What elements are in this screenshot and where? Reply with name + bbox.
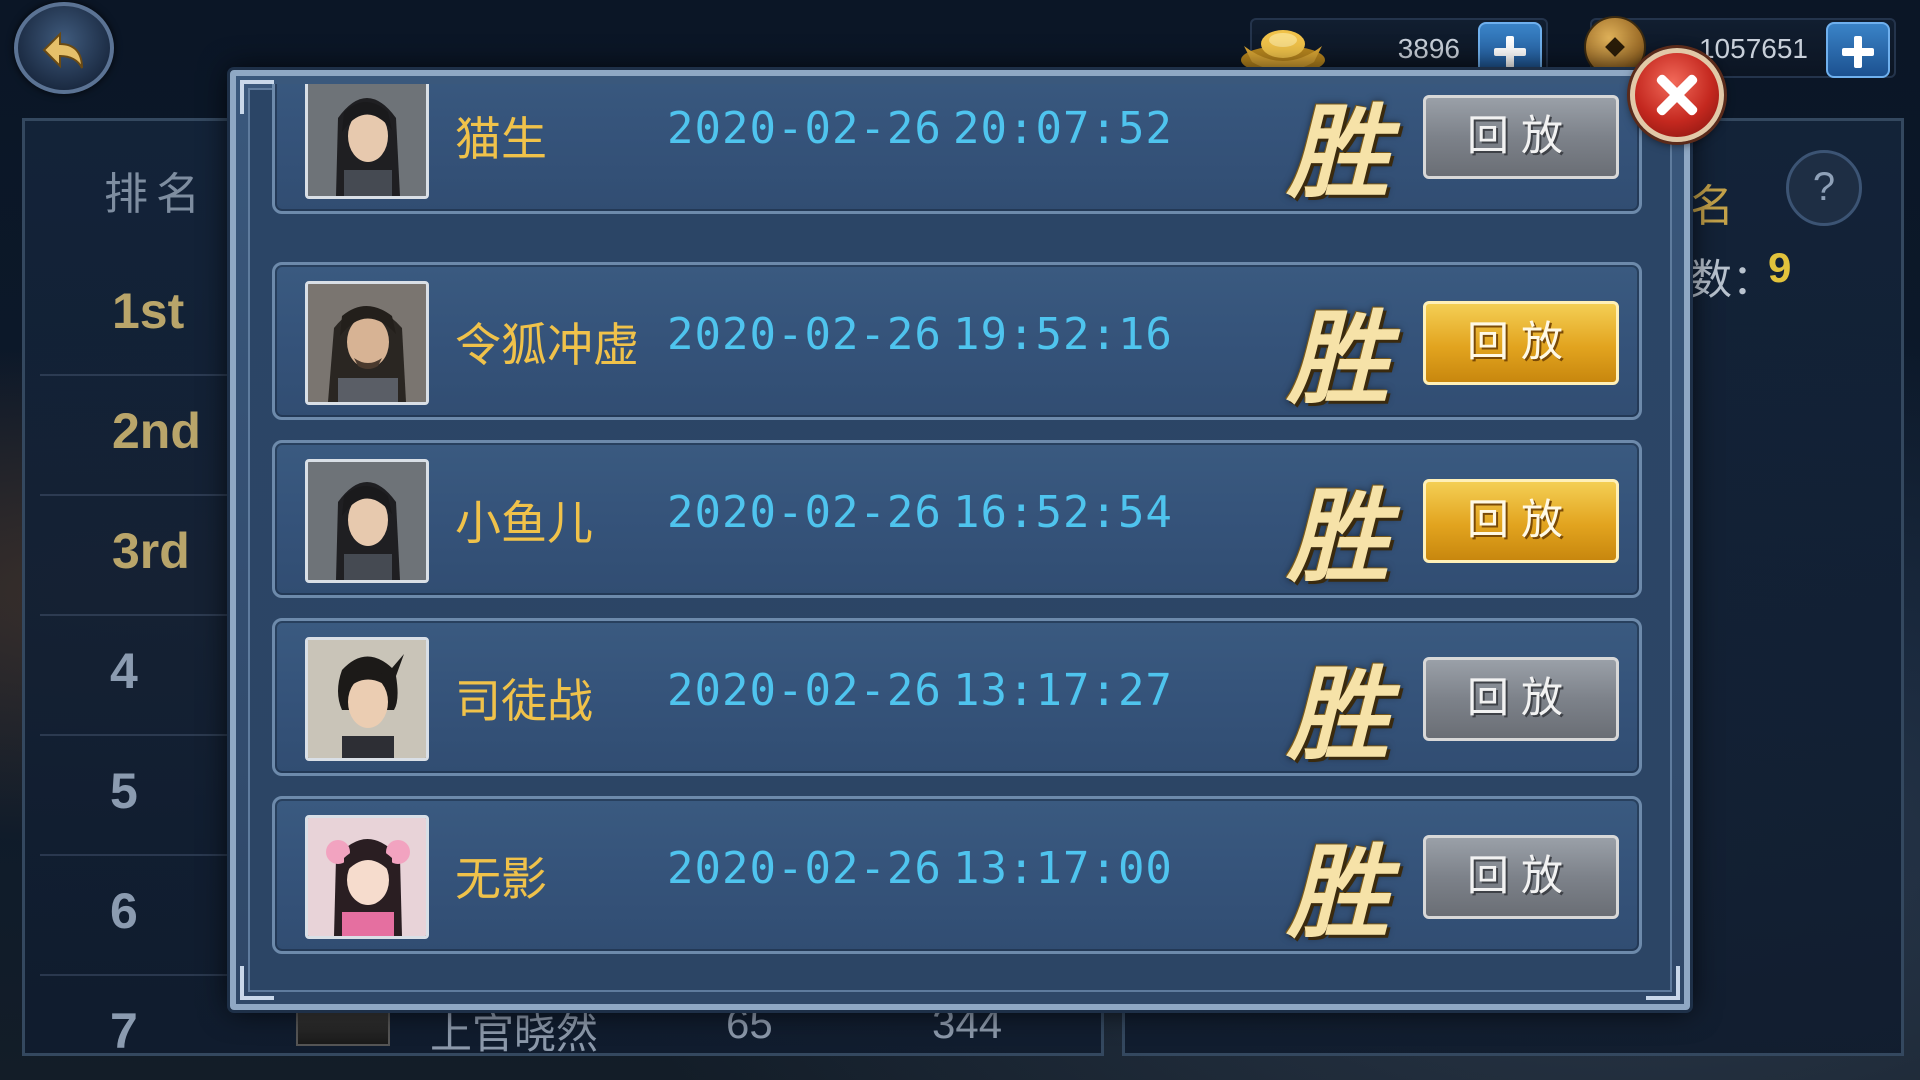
battle-date: 2020-02-26 (667, 665, 942, 716)
record-list[interactable]: 猫生 2020-02-26 20:07:52 胜 回放 令狐冲虚 2020-02… (262, 84, 1646, 964)
replay-button[interactable]: 回放 (1423, 301, 1619, 385)
rank-label: 2nd (112, 403, 201, 459)
close-button[interactable] (1630, 48, 1724, 142)
info-count-label: 数： (1690, 255, 1775, 304)
avatar (305, 637, 429, 761)
frame-corner (240, 966, 274, 1000)
rank-label: 1st (112, 283, 185, 339)
ingot-currency: 3896 (1241, 18, 1548, 78)
rank-divider (40, 854, 230, 856)
rank-divider (40, 974, 230, 976)
victory-badge: 胜 (1287, 655, 1389, 775)
frame-corner (1646, 966, 1680, 1000)
battle-date: 2020-02-26 (667, 487, 942, 538)
victory-badge: 胜 (1287, 299, 1389, 419)
avatar (305, 281, 429, 405)
avatar (305, 84, 429, 199)
info-title-fragment: 名 (1690, 181, 1734, 232)
replay-button[interactable]: 回放 (1423, 479, 1619, 563)
victory-badge: 胜 (1287, 93, 1389, 213)
rank-label: 3rd (112, 523, 190, 579)
rank-label: 5 (110, 763, 138, 819)
rank-label: 4 (110, 643, 138, 699)
battle-time: 16:52:54 (953, 487, 1173, 538)
player-name: 司徒战 (455, 674, 593, 728)
ingot-amount: 3896 (1397, 33, 1460, 64)
record-row: 猫生 2020-02-26 20:07:52 胜 回放 (272, 84, 1642, 214)
avatar (296, 1006, 390, 1046)
back-button[interactable] (14, 2, 114, 94)
rank-divider (40, 614, 230, 616)
battle-date: 2020-02-26 (667, 309, 942, 360)
rank-divider (40, 734, 230, 736)
replay-button[interactable]: 回放 (1423, 657, 1619, 741)
battle-date: 2020-02-26 (667, 843, 942, 894)
battle-time: 19:52:16 (953, 309, 1173, 360)
rank-divider (40, 374, 230, 376)
info-count-value: 9 (1768, 244, 1792, 291)
coin-amount: 1057651 (1698, 33, 1808, 64)
rank-label: 7 (110, 1003, 138, 1059)
record-row: 小鱼儿 2020-02-26 16:52:54 胜 回放 (272, 440, 1642, 598)
add-coin-button[interactable] (1826, 22, 1890, 78)
player-name: 无影 (455, 852, 547, 906)
ranking-header: 排名 (104, 169, 208, 220)
player-name: 令狐冲虚 (455, 318, 639, 372)
help-button[interactable]: ? (1786, 150, 1862, 226)
battle-time: 13:17:00 (953, 843, 1173, 894)
victory-badge: 胜 (1287, 833, 1389, 953)
coin-currency: 1057651 (1584, 16, 1896, 78)
battle-time: 13:17:27 (953, 665, 1173, 716)
battle-time: 20:07:52 (953, 103, 1173, 154)
victory-badge: 胜 (1287, 477, 1389, 597)
back-arrow-icon (42, 31, 83, 69)
replay-button[interactable]: 回放 (1423, 835, 1619, 919)
record-row: 无影 2020-02-26 13:17:00 胜 回放 (272, 796, 1642, 954)
rank-divider (40, 494, 230, 496)
player-name: 小鱼儿 (455, 496, 593, 550)
replay-button[interactable]: 回放 (1423, 95, 1619, 179)
rank-label: 6 (110, 883, 138, 939)
avatar (305, 815, 429, 939)
avatar (305, 459, 429, 583)
record-row: 令狐冲虚 2020-02-26 19:52:16 胜 回放 (272, 262, 1642, 420)
record-row: 司徒战 2020-02-26 13:17:27 胜 回放 (272, 618, 1642, 776)
player-name: 猫生 (455, 112, 547, 166)
battle-date: 2020-02-26 (667, 103, 942, 154)
gold-ingot-icon (1241, 30, 1325, 74)
